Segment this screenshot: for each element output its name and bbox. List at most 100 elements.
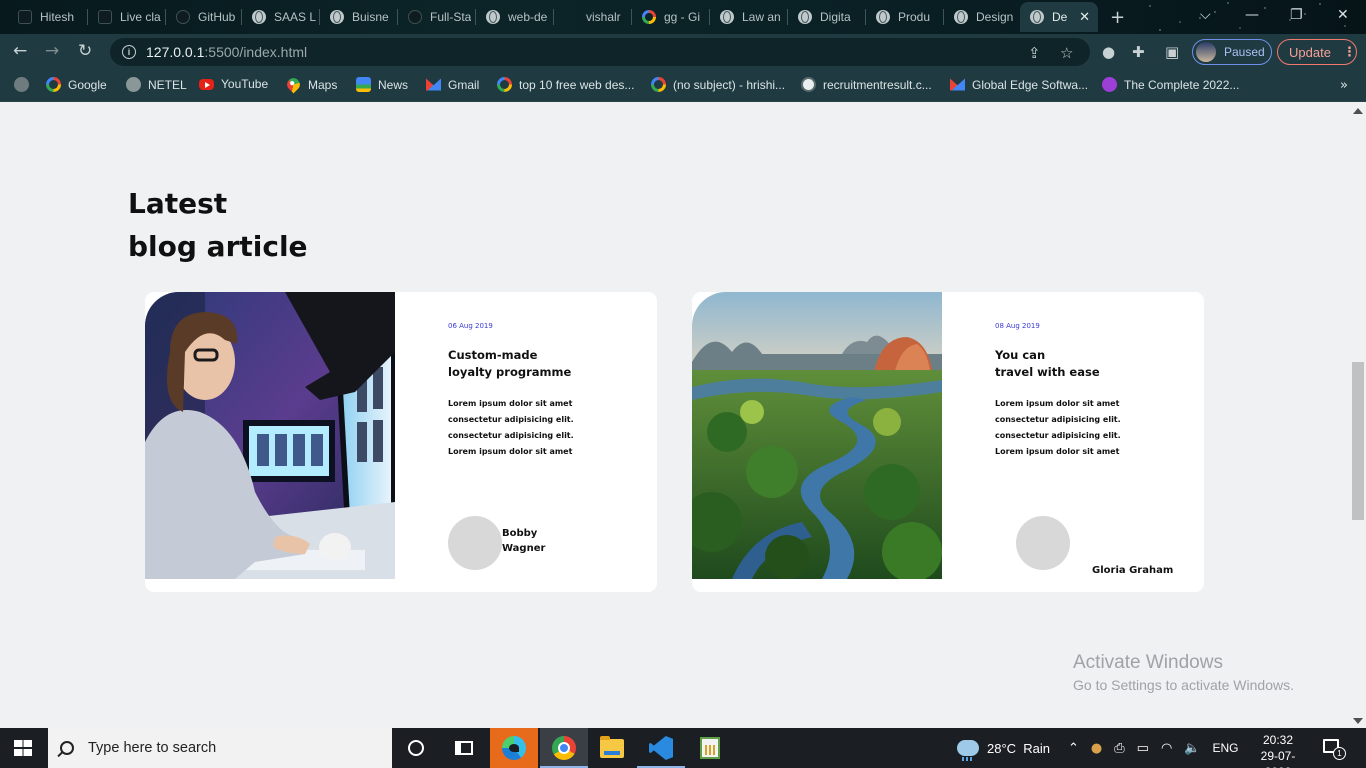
extension-acorn-icon[interactable]: ● bbox=[1102, 43, 1115, 61]
url-text[interactable]: 127.0.0.1:5500/index.html bbox=[146, 44, 307, 60]
taskbar-edge[interactable] bbox=[490, 728, 538, 768]
tab-live-class[interactable]: Live cla bbox=[88, 2, 166, 32]
news-icon bbox=[356, 77, 371, 92]
dark-square-icon bbox=[98, 10, 112, 24]
bookmark-global-edge[interactable]: Global Edge Softwa... bbox=[950, 77, 1088, 92]
profile-paused-button[interactable]: Paused bbox=[1192, 39, 1272, 65]
tab-gg-gmail[interactable]: gg - Gi bbox=[632, 2, 710, 32]
google-icon bbox=[651, 77, 666, 92]
close-window-icon[interactable]: ✕ bbox=[1337, 7, 1349, 23]
bookmark-apps[interactable] bbox=[14, 77, 29, 92]
wifi-icon[interactable]: ◠ bbox=[1161, 741, 1172, 756]
tab-hitesh[interactable]: Hitesh bbox=[8, 2, 88, 32]
cortana-button[interactable] bbox=[392, 728, 440, 768]
tab-saas[interactable]: SAAS L bbox=[242, 2, 320, 32]
globe-icon bbox=[486, 10, 500, 24]
blog-card-1[interactable]: 06 Aug 2019 Custom-made loyalty programm… bbox=[145, 292, 657, 592]
taskbar-file-explorer[interactable] bbox=[588, 728, 636, 768]
bookmark-maps[interactable]: Maps bbox=[284, 75, 337, 94]
youtube-icon bbox=[199, 78, 214, 90]
bookmark-news[interactable]: News bbox=[356, 77, 408, 92]
bookmark-complete-2022[interactable]: The Complete 2022... bbox=[1102, 77, 1239, 92]
taskbar-task-manager[interactable] bbox=[686, 728, 734, 768]
dark-circle-icon bbox=[408, 10, 422, 24]
restore-icon[interactable]: ❐ bbox=[1290, 7, 1303, 23]
blog-card-title[interactable]: You can travel with ease bbox=[995, 347, 1100, 381]
tab-product[interactable]: Produ bbox=[866, 2, 944, 32]
tab-full-stack[interactable]: Full-Sta bbox=[398, 2, 476, 32]
wordpress-icon bbox=[801, 77, 816, 92]
site-info-icon[interactable]: i bbox=[122, 45, 136, 59]
input-language[interactable]: ENG bbox=[1212, 741, 1238, 755]
gmail-icon bbox=[950, 78, 965, 91]
google-icon bbox=[497, 77, 512, 92]
more-bookmarks-icon[interactable]: » bbox=[1340, 78, 1348, 93]
taskbar-vscode[interactable] bbox=[637, 728, 685, 768]
globe-icon bbox=[252, 10, 266, 24]
clock-date: 29-07-2022 bbox=[1260, 749, 1296, 768]
tab-active-dev[interactable]: De ✕ bbox=[1020, 2, 1098, 32]
tray-chevron-up-icon[interactable]: ⌃ bbox=[1068, 741, 1079, 756]
bookmark-star-icon[interactable]: ☆ bbox=[1060, 44, 1073, 62]
blog-card-2[interactable]: 08 Aug 2019 You can travel with ease Lor… bbox=[692, 292, 1204, 592]
tab-buisness[interactable]: Buisne bbox=[320, 2, 398, 32]
page-viewport: Latest blog article 06 Aug 2019 Custom-m… bbox=[0, 102, 1350, 728]
tab-digital[interactable]: Digita bbox=[788, 2, 866, 32]
bookmark-google[interactable]: Google bbox=[46, 77, 107, 92]
globe-icon bbox=[954, 10, 968, 24]
tab-law[interactable]: Law an bbox=[710, 2, 788, 32]
url-path: :5500/index.html bbox=[204, 44, 308, 60]
tab-github[interactable]: GitHub bbox=[166, 2, 242, 32]
volume-icon[interactable]: 🔈 bbox=[1184, 741, 1200, 756]
scroll-down-arrow-icon[interactable] bbox=[1353, 718, 1363, 724]
task-view-button[interactable] bbox=[440, 728, 488, 768]
windows-taskbar: Type here to search 28°C Rain ⌃ ● ⎙ ▭ ◠ … bbox=[0, 728, 1366, 768]
profile-status: Paused bbox=[1224, 45, 1265, 59]
browser-tab-strip: Hitesh Live cla GitHub SAAS L Buisne Ful… bbox=[0, 0, 1366, 34]
tab-search-chevron-icon[interactable]: ⌵ bbox=[1200, 7, 1211, 23]
bookmark-no-subject[interactable]: (no subject) - hrishi... bbox=[651, 77, 785, 92]
bookmark-top10-web-design[interactable]: top 10 free web des... bbox=[497, 77, 634, 92]
blog-card-body: 08 Aug 2019 You can travel with ease Lor… bbox=[995, 292, 1195, 592]
tray-app-icon[interactable]: ● bbox=[1091, 741, 1102, 756]
meet-now-icon[interactable]: ⎙ bbox=[1114, 741, 1124, 756]
reload-icon[interactable]: ↻ bbox=[78, 41, 92, 61]
scroll-thumb[interactable] bbox=[1352, 362, 1364, 520]
scroll-up-arrow-icon[interactable] bbox=[1353, 108, 1363, 114]
windows-start-icon[interactable] bbox=[14, 740, 32, 756]
dark-square-icon bbox=[18, 10, 32, 24]
tab-web-dev[interactable]: web-de bbox=[476, 2, 554, 32]
bookmark-netel[interactable]: NETEL bbox=[126, 77, 187, 92]
section-heading: Latest blog article bbox=[128, 182, 308, 268]
bookmark-youtube[interactable]: YouTube bbox=[199, 77, 268, 91]
tab-design[interactable]: Design bbox=[944, 2, 1020, 32]
weather-widget[interactable]: 28°C Rain bbox=[957, 728, 1050, 768]
page-scrollbar[interactable] bbox=[1350, 102, 1366, 728]
blog-card-date: 08 Aug 2019 bbox=[995, 322, 1040, 330]
activate-windows-watermark: Activate Windows Go to Settings to activ… bbox=[1073, 652, 1294, 693]
minimize-icon[interactable]: — bbox=[1245, 7, 1259, 23]
taskbar-clock[interactable]: 20:32 29-07-2022 bbox=[1248, 732, 1308, 768]
bookmark-gmail[interactable]: Gmail bbox=[426, 77, 479, 92]
blog-card-excerpt: Lorem ipsum dolor sit amet consectetur a… bbox=[995, 399, 1121, 456]
update-label: Update bbox=[1289, 44, 1331, 60]
blog-card-title[interactable]: Custom-made loyalty programme bbox=[448, 347, 571, 381]
taskbar-search-box[interactable]: Type here to search bbox=[48, 728, 392, 768]
new-tab-icon[interactable]: + bbox=[1110, 7, 1125, 28]
side-panel-icon[interactable]: ▣ bbox=[1165, 43, 1179, 61]
back-icon[interactable]: ← bbox=[13, 41, 27, 61]
share-icon[interactable]: ⇪ bbox=[1028, 44, 1041, 62]
extensions-puzzle-icon[interactable]: ✚ bbox=[1132, 43, 1145, 61]
address-bar[interactable]: i 127.0.0.1:5500/index.html ⇪ ☆ bbox=[110, 38, 1090, 66]
taskbar-chrome[interactable] bbox=[540, 728, 588, 768]
forward-icon[interactable]: → bbox=[45, 41, 59, 61]
tab-vishal[interactable]: vishalr bbox=[554, 2, 632, 32]
apps-globe-icon bbox=[14, 77, 29, 92]
update-button[interactable]: Update ⋮ bbox=[1277, 39, 1357, 65]
close-tab-icon[interactable]: ✕ bbox=[1079, 9, 1090, 25]
rain-cloud-icon bbox=[957, 740, 979, 761]
bookmark-recruitmentresult[interactable]: recruitmentresult.c... bbox=[801, 77, 932, 92]
battery-icon[interactable]: ▭ bbox=[1137, 741, 1149, 756]
google-icon bbox=[46, 77, 61, 92]
chrome-icon bbox=[552, 736, 576, 760]
